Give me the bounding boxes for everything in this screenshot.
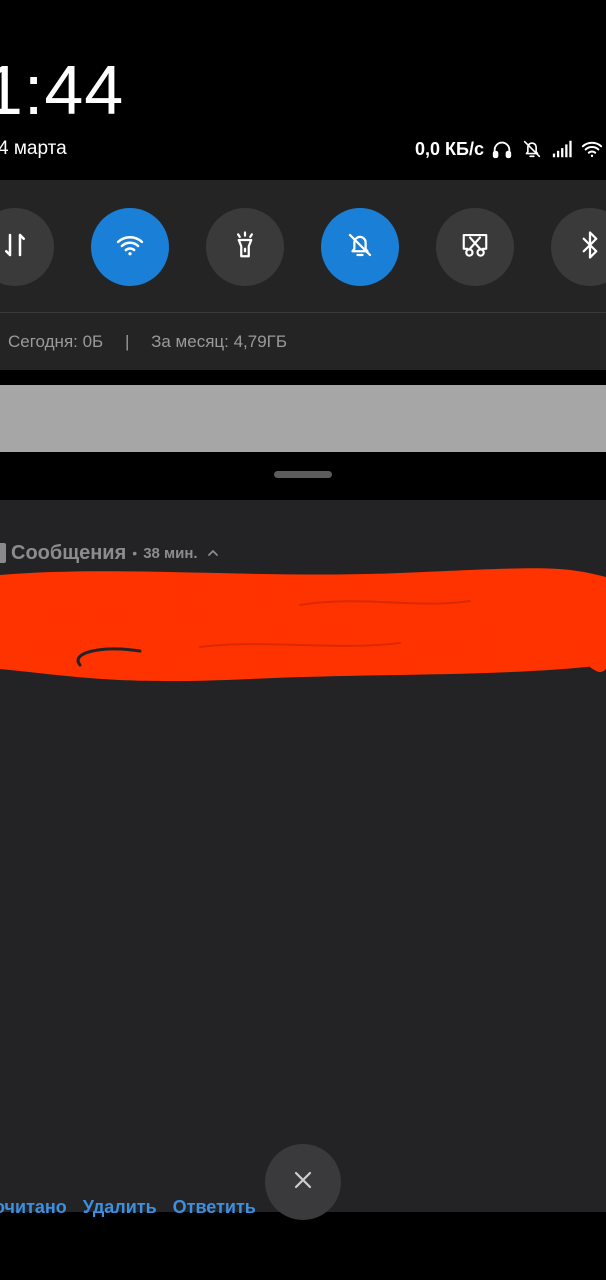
quick-settings-divider xyxy=(0,312,606,313)
delete-button[interactable]: Удалить xyxy=(83,1197,157,1218)
headphones-icon xyxy=(490,137,514,161)
flashlight-toggle[interactable] xyxy=(206,208,284,286)
wifi-toggle[interactable] xyxy=(91,208,169,286)
screenshot-toggle[interactable] xyxy=(436,208,514,286)
data-usage-summary[interactable]: Сегодня: 0Б | За месяц: 4,79ГБ xyxy=(8,330,287,354)
close-icon xyxy=(291,1168,315,1197)
notification-app-name: Сообщения xyxy=(11,541,127,564)
notification-time: 38 мин. xyxy=(143,544,198,562)
cell-signal-icon xyxy=(550,137,574,161)
chevron-up-icon[interactable] xyxy=(206,546,220,560)
network-speed: 0,0 КБ/с xyxy=(415,138,484,159)
silent-bell-icon xyxy=(345,230,375,265)
mark-read-button[interactable]: очитано xyxy=(0,1197,67,1218)
messages-app-icon xyxy=(0,543,6,563)
mobile-data-icon xyxy=(0,230,30,265)
quick-settings-panel: Сегодня: 0Б | За месяц: 4,79ГБ xyxy=(0,180,606,370)
silent-mode-toggle[interactable] xyxy=(321,208,399,286)
wifi-signal-icon xyxy=(580,137,604,161)
date-label[interactable]: 4 марта xyxy=(0,136,67,162)
bluetooth-toggle[interactable] xyxy=(551,208,606,286)
clear-all-button[interactable] xyxy=(265,1144,341,1220)
drag-handle[interactable] xyxy=(274,471,332,478)
notification-list: Сообщения • 38 мин. очитано Удалить Отве… xyxy=(0,500,606,1217)
wifi-icon xyxy=(115,230,145,265)
notification-shade: 1:44 4 марта 0,0 КБ/с Сегодня: 0Б | За м… xyxy=(0,0,606,1280)
notification-header[interactable]: Сообщения • 38 мин. xyxy=(0,540,220,566)
redacted-message-scribble xyxy=(0,568,606,682)
notification-actions: очитано Удалить Ответить xyxy=(0,1194,256,1220)
mobile-data-toggle[interactable] xyxy=(0,208,54,286)
brightness-slider-bar[interactable] xyxy=(0,385,606,452)
data-usage-separator: | xyxy=(124,332,130,351)
header-dot-separator: • xyxy=(132,545,138,561)
data-usage-month: За месяц: 4,79ГБ xyxy=(151,332,288,351)
status-bar-right: 0,0 КБ/с xyxy=(415,135,604,163)
reply-button[interactable]: Ответить xyxy=(173,1197,256,1218)
flashlight-icon xyxy=(230,230,260,265)
screenshot-icon xyxy=(460,230,490,265)
silent-bell-icon xyxy=(520,137,544,161)
bluetooth-icon xyxy=(575,230,605,265)
clock[interactable]: 1:44 xyxy=(0,52,124,128)
data-usage-today: Сегодня: 0Б xyxy=(8,332,104,351)
